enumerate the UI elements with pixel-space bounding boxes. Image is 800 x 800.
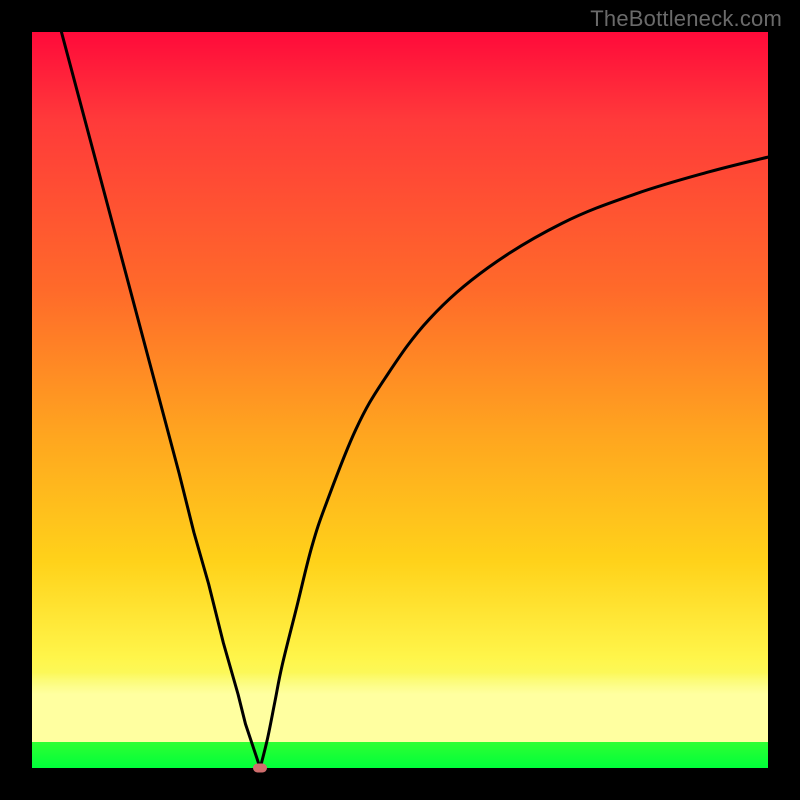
- vertex-marker: [253, 764, 267, 773]
- watermark-text: TheBottleneck.com: [590, 6, 782, 32]
- chart-frame: TheBottleneck.com: [0, 0, 800, 800]
- plot-area: [32, 32, 768, 768]
- bottleneck-curve: [32, 32, 768, 768]
